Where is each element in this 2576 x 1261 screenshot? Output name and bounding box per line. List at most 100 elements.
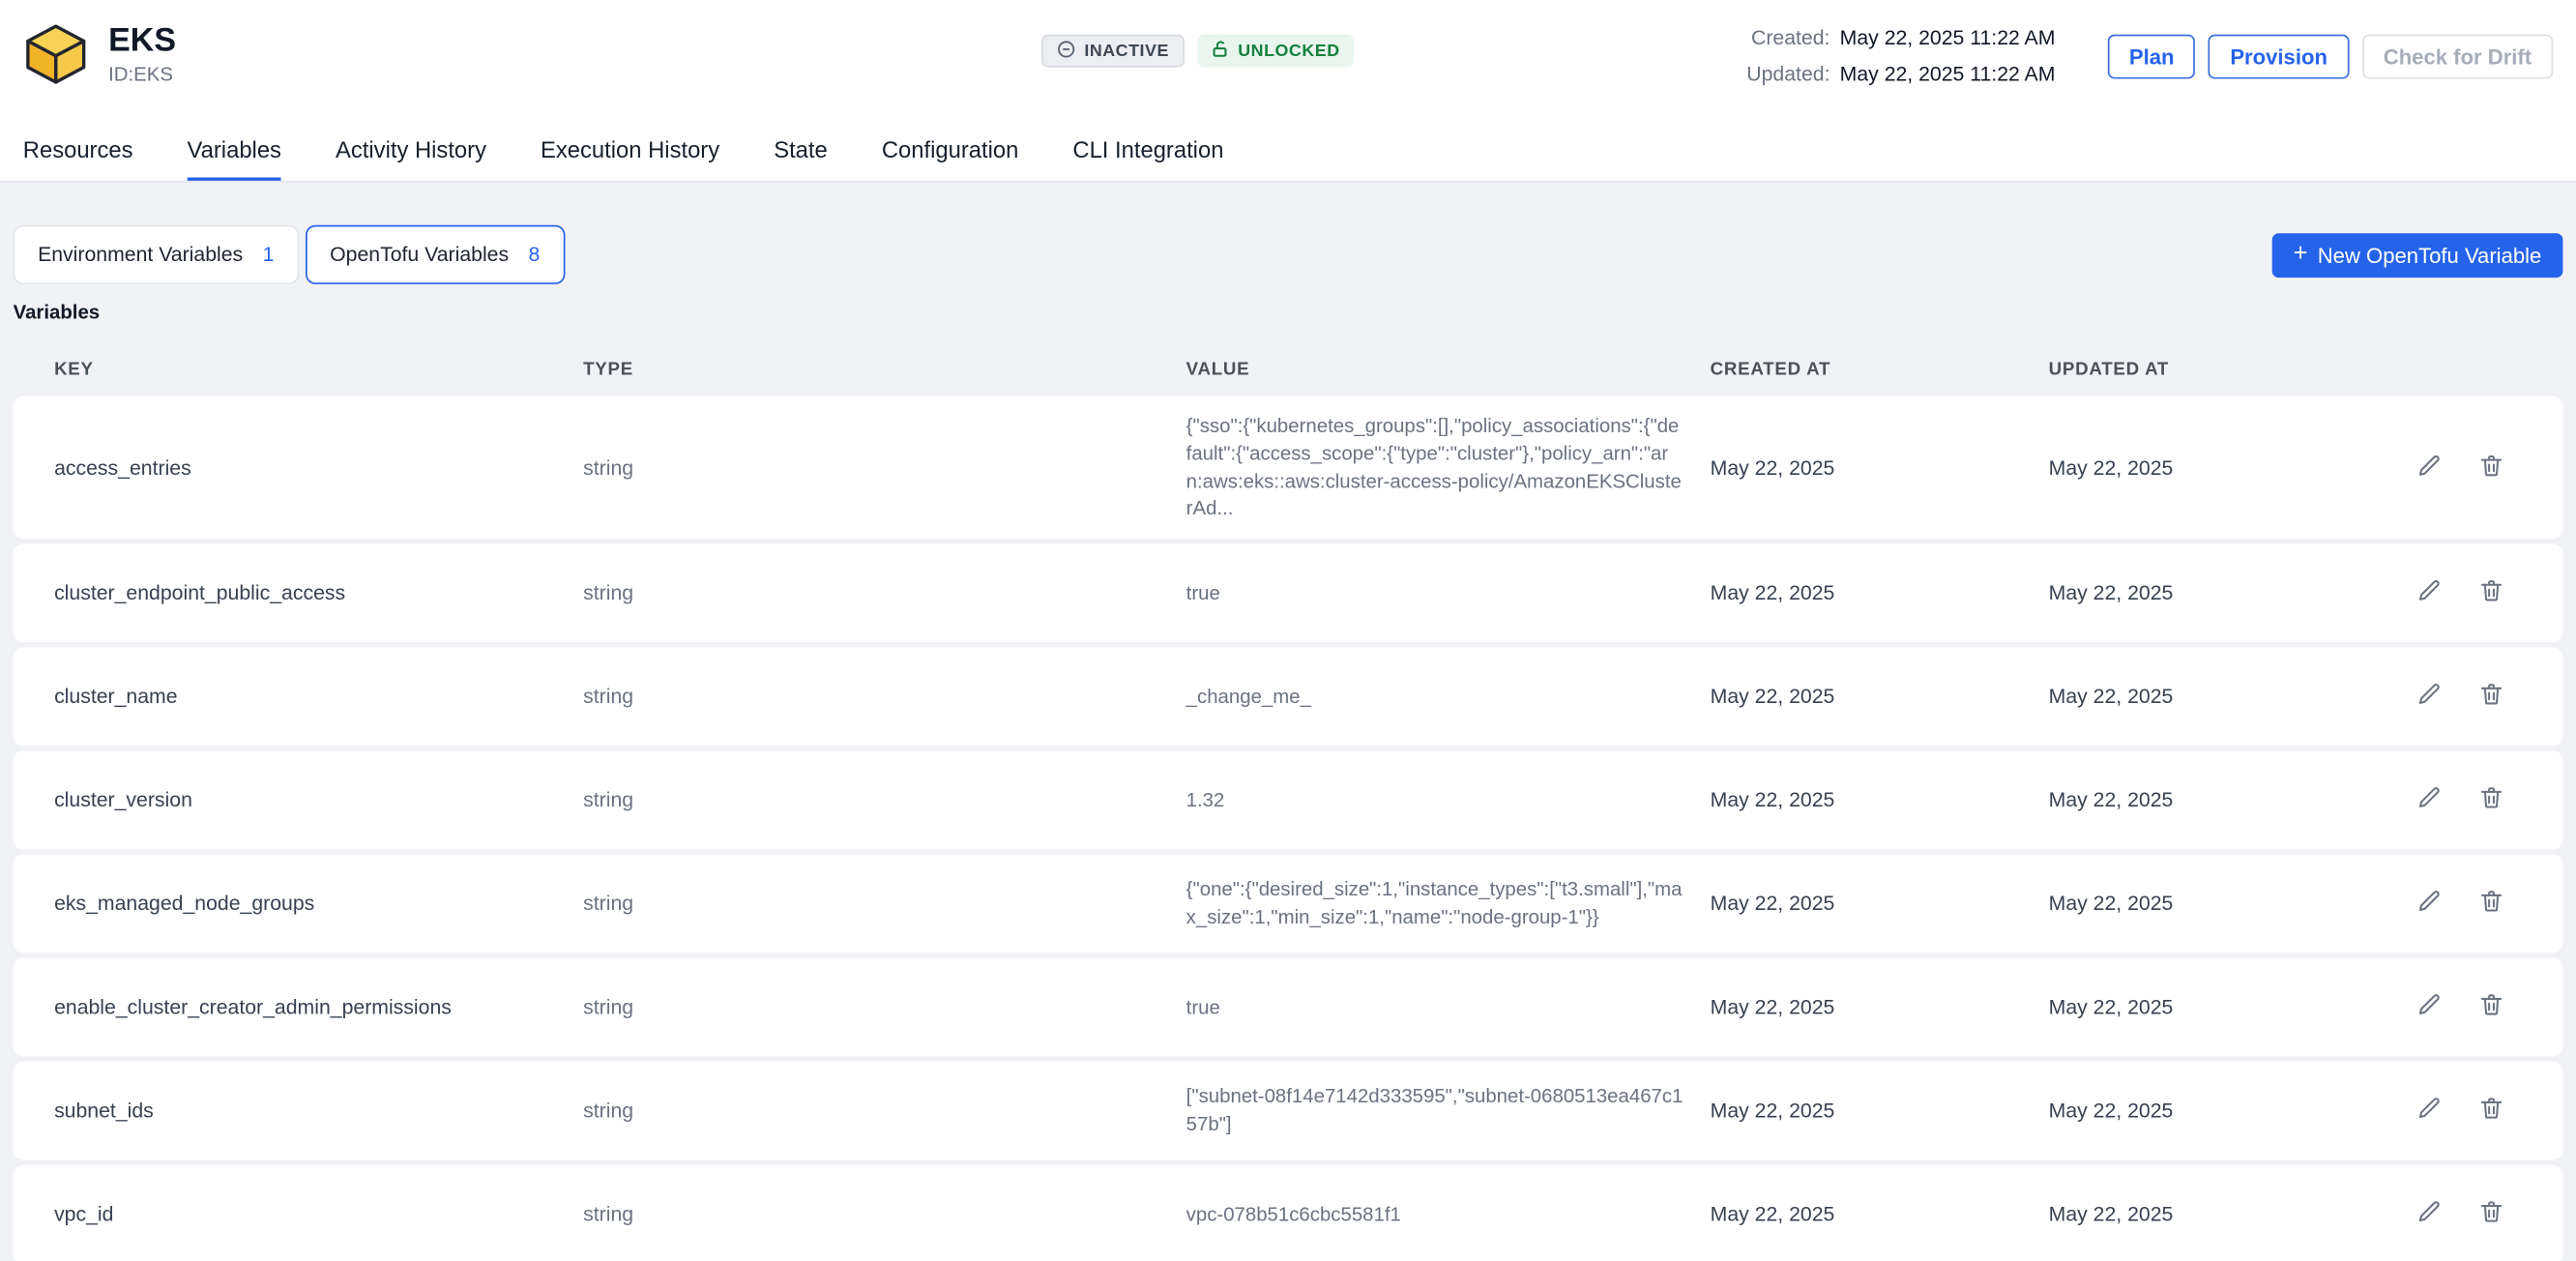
trash-icon [2476, 452, 2504, 484]
variable-type: string [583, 456, 1186, 480]
edit-variable-button[interactable] [2405, 881, 2451, 927]
variable-value: {"sso":{"kubernetes_groups":[],"policy_a… [1186, 412, 1711, 522]
status-badges: INACTIVE UNLOCKED [1041, 35, 1353, 68]
table-row: eks_managed_node_groups string {"one":{"… [14, 855, 2563, 953]
variable-updated-at: May 22, 2025 [2049, 789, 2402, 812]
variable-value: ["subnet-08f14e7142d333595","subnet-0680… [1186, 1083, 1711, 1138]
row-actions [2402, 571, 2563, 617]
variable-created-at: May 22, 2025 [1711, 582, 2049, 605]
table-row: cluster_endpoint_public_access string tr… [14, 544, 2563, 643]
trash-icon [2476, 577, 2504, 610]
provision-button[interactable]: Provision [2209, 34, 2349, 78]
variable-value: {"one":{"desired_size":1,"instance_types… [1186, 876, 1711, 931]
minus-circle-icon [1056, 39, 1075, 63]
pencil-icon [2415, 1198, 2443, 1231]
table-row: access_entries string {"sso":{"kubernete… [14, 396, 2563, 539]
delete-variable-button[interactable] [2468, 1191, 2514, 1238]
column-header-type: TYPE [583, 360, 1186, 379]
variables-table-body: access_entries string {"sso":{"kubernete… [14, 396, 2563, 1261]
row-actions [2402, 881, 2563, 927]
environment-variables-count: 1 [263, 243, 275, 266]
variable-created-at: May 22, 2025 [1711, 686, 2049, 709]
pencil-icon [2415, 681, 2443, 714]
variable-created-at: May 22, 2025 [1711, 996, 2049, 1019]
delete-variable-button[interactable] [2468, 674, 2514, 720]
page-title: EKS [108, 23, 176, 59]
tab-cli-integration[interactable]: CLI Integration [1072, 118, 1223, 181]
variable-created-at: May 22, 2025 [1711, 1203, 2049, 1226]
header-action-buttons: Plan Provision Check for Drift [2108, 34, 2553, 78]
delete-variable-button[interactable] [2468, 984, 2514, 1031]
row-actions [2402, 984, 2563, 1031]
tab-activity-history[interactable]: Activity History [336, 118, 486, 181]
edit-variable-button[interactable] [2405, 1088, 2451, 1134]
delete-variable-button[interactable] [2468, 777, 2514, 824]
status-badge: INACTIVE [1041, 35, 1184, 68]
tab-state[interactable]: State [774, 118, 828, 181]
variable-key: subnet_ids [54, 1100, 583, 1123]
edit-variable-button[interactable] [2405, 445, 2451, 491]
pencil-icon [2415, 991, 2443, 1024]
row-actions [2402, 777, 2563, 824]
delete-variable-button[interactable] [2468, 1088, 2514, 1134]
table-row: cluster_version string 1.32 May 22, 2025… [14, 751, 2563, 850]
variable-type: string [583, 789, 1186, 812]
updated-value: May 22, 2025 11:22 AM [1840, 63, 2056, 86]
edit-variable-button[interactable] [2405, 571, 2451, 617]
opentofu-variables-tab[interactable]: OpenTofu Variables 8 [306, 225, 565, 284]
edit-variable-button[interactable] [2405, 674, 2451, 720]
table-row: enable_cluster_creator_admin_permissions… [14, 958, 2563, 1057]
delete-variable-button[interactable] [2468, 571, 2514, 617]
table-row: cluster_name string _change_me_ May 22, … [14, 648, 2563, 747]
workspace-brand: EKS ID:EKS [23, 21, 176, 87]
trash-icon [2476, 1095, 2504, 1128]
variable-updated-at: May 22, 2025 [2049, 686, 2402, 709]
delete-variable-button[interactable] [2468, 445, 2514, 491]
variable-value: true [1186, 579, 1711, 607]
plan-button[interactable]: Plan [2108, 34, 2196, 78]
tab-configuration[interactable]: Configuration [882, 118, 1018, 181]
tab-resources[interactable]: Resources [23, 118, 133, 181]
new-opentofu-variable-button[interactable]: + New OpenTofu Variable [2272, 232, 2563, 277]
workspace-id: ID:EKS [108, 63, 176, 86]
check-for-drift-button[interactable]: Check for Drift [2362, 34, 2554, 78]
variable-value: vpc-078b51c6cbc5581f1 [1186, 1201, 1711, 1229]
column-header-key: KEY [54, 360, 583, 379]
environment-variables-tab-label: Environment Variables [38, 243, 243, 266]
variable-created-at: May 22, 2025 [1711, 893, 2049, 916]
column-header-value: VALUE [1186, 360, 1711, 379]
timestamps: Created:May 22, 2025 11:22 AM Updated:Ma… [1746, 19, 2055, 92]
opentofu-variables-count: 8 [529, 243, 541, 266]
created-value: May 22, 2025 11:22 AM [1840, 26, 2056, 49]
variables-content: Environment Variables 1 OpenTofu Variabl… [0, 183, 2576, 1261]
tab-execution-history[interactable]: Execution History [541, 118, 719, 181]
edit-variable-button[interactable] [2405, 1191, 2451, 1238]
trash-icon [2476, 784, 2504, 817]
header-right: Created:May 22, 2025 11:22 AM Updated:Ma… [1746, 19, 2553, 92]
variable-updated-at: May 22, 2025 [2049, 456, 2402, 480]
variable-updated-at: May 22, 2025 [2049, 1100, 2402, 1123]
variable-updated-at: May 22, 2025 [2049, 582, 2402, 605]
variable-created-at: May 22, 2025 [1711, 789, 2049, 812]
variable-updated-at: May 22, 2025 [2049, 996, 2402, 1019]
variable-value: true [1186, 994, 1711, 1022]
trash-icon [2476, 1198, 2504, 1231]
variable-key: access_entries [54, 456, 583, 480]
environment-variables-tab[interactable]: Environment Variables 1 [14, 225, 299, 284]
variables-table: KEY TYPE VALUE CREATED AT UPDATED AT acc… [14, 346, 2563, 1261]
tab-variables[interactable]: Variables [188, 118, 281, 181]
variable-type: string [583, 893, 1186, 916]
edit-variable-button[interactable] [2405, 984, 2451, 1031]
variable-key: eks_managed_node_groups [54, 893, 583, 916]
row-actions [2402, 1088, 2563, 1134]
column-header-created-at: CREATED AT [1711, 360, 2049, 379]
edit-variable-button[interactable] [2405, 777, 2451, 824]
delete-variable-button[interactable] [2468, 881, 2514, 927]
variable-key: vpc_id [54, 1203, 583, 1226]
page-header: EKS ID:EKS INACTIVE UNLOCKED Create [0, 0, 2576, 118]
updated-label: Updated: [1746, 63, 1830, 86]
trash-icon [2476, 681, 2504, 714]
eks-cube-logo-icon [23, 21, 89, 87]
variable-type-switcher-row: Environment Variables 1 OpenTofu Variabl… [14, 225, 2563, 284]
new-opentofu-variable-label: New OpenTofu Variable [2318, 243, 2542, 267]
